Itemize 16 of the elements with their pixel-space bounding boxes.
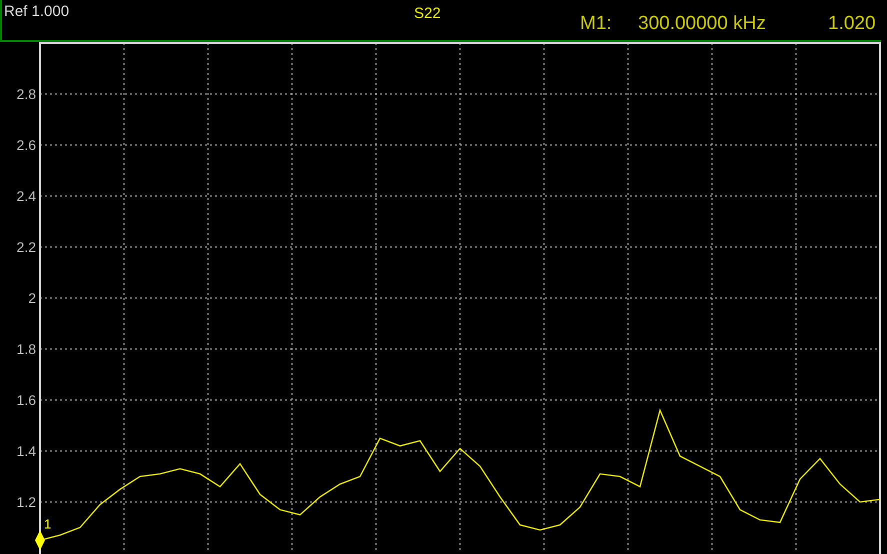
reference-level: Ref 1.000 (4, 4, 70, 19)
marker-number: 1 (44, 516, 52, 532)
y-axis-label: 1.8 (16, 341, 36, 357)
trace-name: S22 (414, 6, 441, 21)
y-axis-label: 1.4 (16, 443, 36, 459)
marker-value: 1.020 (828, 14, 876, 33)
y-axis-label: 1.2 (16, 494, 36, 510)
y-axis-label: 2.2 (16, 239, 36, 255)
y-axis-label: 2.4 (16, 188, 36, 204)
y-axis-label: 2.8 (16, 86, 36, 102)
marker-diamond-icon[interactable] (35, 530, 45, 550)
y-axis-label: 1.6 (16, 392, 36, 408)
y-axis-label: 2.6 (16, 137, 36, 153)
marker-label: M1: (580, 14, 612, 33)
y-axis-label: 2 (28, 290, 36, 306)
marker-frequency: 300.00000 kHz (638, 14, 766, 33)
